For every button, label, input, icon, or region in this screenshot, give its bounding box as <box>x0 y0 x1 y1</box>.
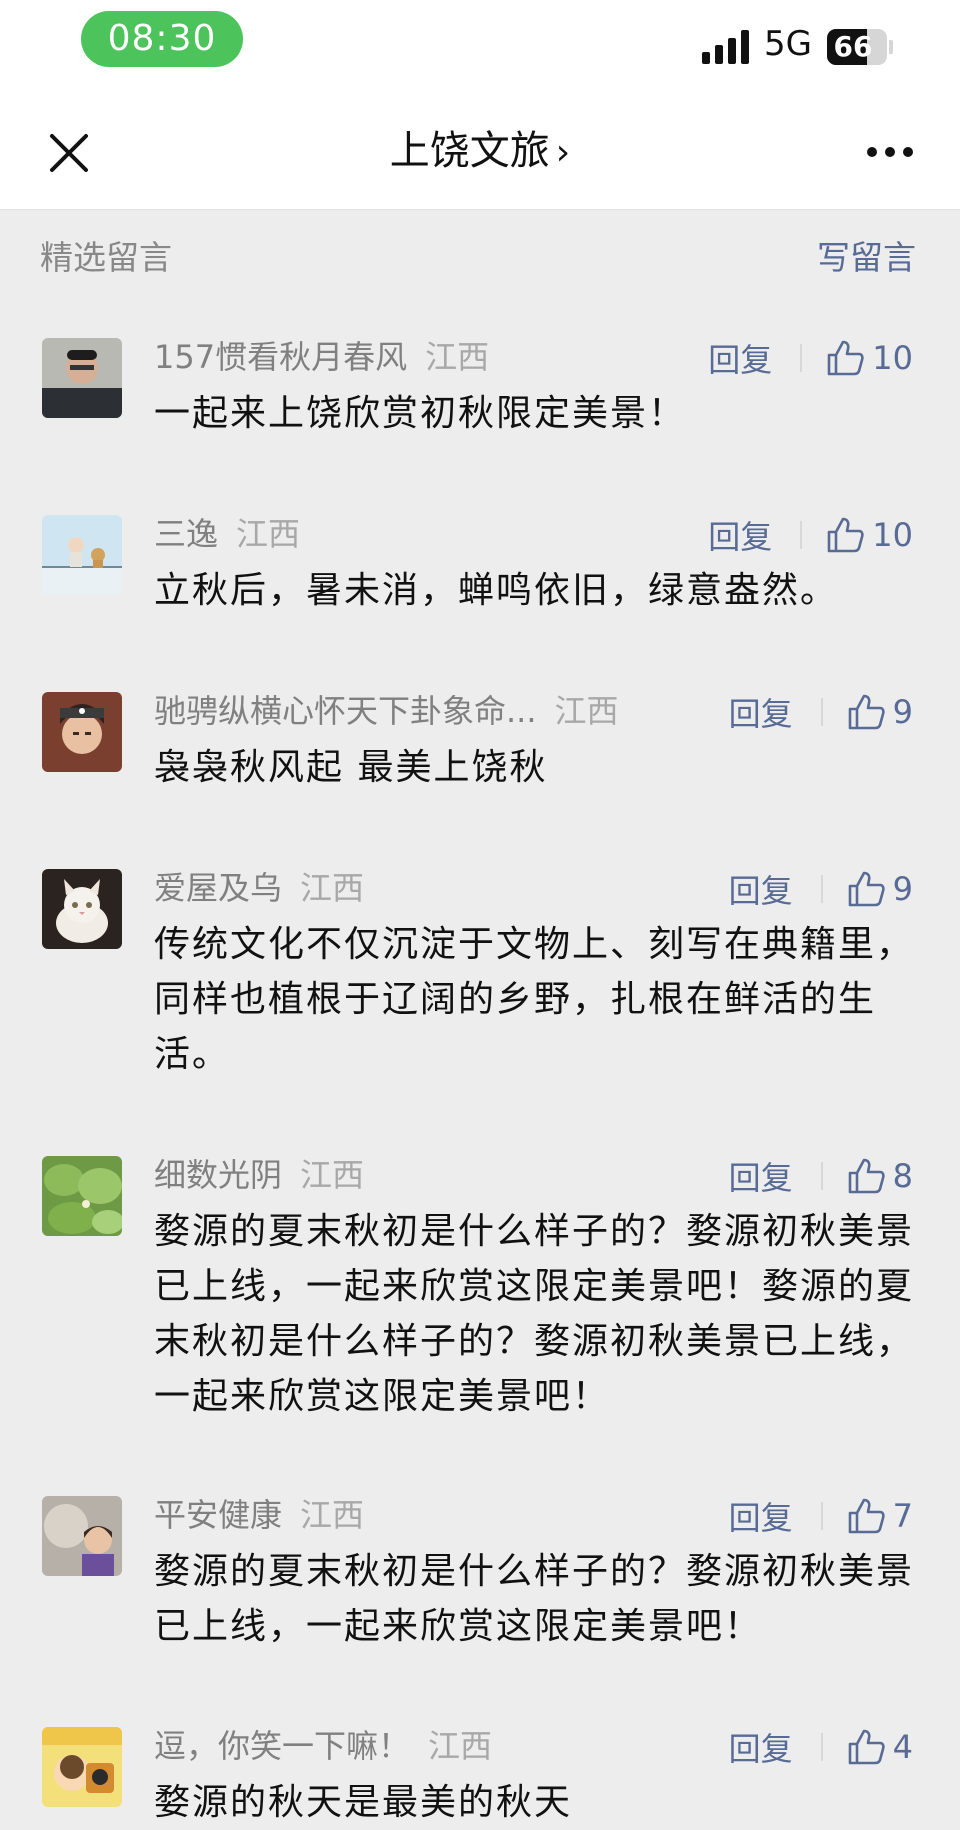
signal-icon <box>702 30 749 64</box>
divider <box>820 698 823 726</box>
section-title: 精选留言 <box>40 238 172 277</box>
comment-text: 一起来上饶欣赏初秋限定美景！ <box>154 393 687 434</box>
nickname[interactable]: 三逸 <box>154 515 218 553</box>
comment-actions: 回复 7 <box>729 1490 913 1542</box>
more-icon[interactable] <box>866 145 914 159</box>
nickname[interactable]: 157惯看秋月春风 <box>154 338 407 376</box>
status-bar: 08:30 5G 66 <box>0 0 960 96</box>
thumbs-up-icon[interactable] <box>847 870 885 908</box>
comment-text: 袅袅秋风起 最美上饶秋 <box>154 747 548 788</box>
comment-actions: 回复 9 <box>729 686 913 738</box>
chevron-right-icon: › <box>555 132 571 173</box>
comment-actions: 回复 9 <box>729 863 913 915</box>
comment-actions: 回复 10 <box>708 509 913 561</box>
battery-tip <box>889 40 893 54</box>
comment-text: 婺源的夏末秋初是什么样子的？婺源初秋美景已上线，一起来欣赏这限定美景吧！ <box>154 1551 915 1647</box>
region: 江西 <box>300 1496 365 1534</box>
like-count: 10 <box>872 516 913 554</box>
section-header: 精选留言 写留言 <box>0 209 960 299</box>
like-count: 8 <box>892 1157 913 1195</box>
comment-text: 立秋后，暑未消，蝉鸣依旧，绿意盎然。 <box>154 570 839 611</box>
battery-icon: 66 <box>827 29 887 65</box>
thumbs-up-icon[interactable] <box>847 1728 885 1766</box>
divider <box>800 344 803 372</box>
nickname[interactable]: 爱屋及乌 <box>154 869 282 907</box>
thumbs-up-icon[interactable] <box>826 339 864 377</box>
thumbs-up-icon[interactable] <box>847 693 885 731</box>
avatar[interactable] <box>42 692 122 772</box>
region: 江西 <box>554 692 619 730</box>
divider <box>820 1162 823 1190</box>
comment-text: 传统文化不仅沉淀于文物上、刻写在典籍里，同样也植根于辽阔的乡野，扎根在鲜活的生活… <box>154 924 915 1075</box>
thumbs-up-icon[interactable] <box>847 1497 885 1535</box>
comment-meta: 逗，你笑一下嘛！ 江西 <box>154 1721 492 1773</box>
avatar[interactable] <box>42 1727 122 1807</box>
reply-button[interactable]: 回复 <box>729 689 793 735</box>
region: 江西 <box>425 338 490 376</box>
reply-button[interactable]: 回复 <box>729 1724 793 1770</box>
like-count: 9 <box>892 693 913 731</box>
avatar[interactable] <box>42 869 122 949</box>
region: 江西 <box>300 869 365 907</box>
like-count: 4 <box>892 1728 913 1766</box>
divider <box>820 875 823 903</box>
reply-button[interactable]: 回复 <box>708 512 772 558</box>
account-title[interactable]: 上饶文旅 › <box>0 126 960 178</box>
reply-button[interactable]: 回复 <box>708 335 772 381</box>
divider <box>800 521 803 549</box>
battery-percent: 66 <box>833 30 873 63</box>
like-count: 10 <box>872 339 913 377</box>
region: 江西 <box>300 1156 365 1194</box>
comment-meta: 157惯看秋月春风 江西 <box>154 332 489 384</box>
comment-meta: 细数光阴 江西 <box>154 1150 364 1202</box>
nickname[interactable]: 细数光阴 <box>154 1156 282 1194</box>
reply-button[interactable]: 回复 <box>729 866 793 912</box>
like-count: 9 <box>892 870 913 908</box>
comment-meta: 平安健康 江西 <box>154 1490 364 1542</box>
avatar[interactable] <box>42 515 122 595</box>
account-name: 上饶文旅 <box>389 128 550 174</box>
nickname[interactable]: 平安健康 <box>154 1496 282 1534</box>
divider <box>820 1502 823 1530</box>
comment-text: 婺源的夏末秋初是什么样子的？婺源初秋美景已上线，一起来欣赏这限定美景吧！婺源的夏… <box>154 1211 915 1417</box>
comment-meta: 三逸 江西 <box>154 509 300 561</box>
reply-button[interactable]: 回复 <box>729 1153 793 1199</box>
network-type: 5G <box>764 24 812 64</box>
thumbs-up-icon[interactable] <box>847 1157 885 1195</box>
comment-text: 婺源的秋天是最美的秋天 <box>154 1782 573 1823</box>
avatar[interactable] <box>42 1156 122 1236</box>
write-comment-button[interactable]: 写留言 <box>817 231 916 279</box>
status-time: 08:30 <box>81 11 243 67</box>
comment-actions: 回复 4 <box>729 1721 913 1773</box>
comment-meta: 驰骋纵横心怀天下卦象命... 江西 <box>154 686 619 738</box>
like-count: 7 <box>892 1497 913 1535</box>
region: 江西 <box>236 515 301 553</box>
avatar[interactable] <box>42 1496 122 1576</box>
nickname[interactable]: 逗，你笑一下嘛！ <box>154 1727 410 1765</box>
reply-button[interactable]: 回复 <box>729 1493 793 1539</box>
comment-meta: 爱屋及乌 江西 <box>154 863 364 915</box>
nickname[interactable]: 驰骋纵横心怀天下卦象命... <box>154 692 537 730</box>
region: 江西 <box>428 1727 493 1765</box>
nav-bar: 上饶文旅 › <box>0 96 960 210</box>
comment-actions: 回复 8 <box>729 1150 913 1202</box>
avatar[interactable] <box>42 338 122 418</box>
comment-actions: 回复 10 <box>708 332 913 384</box>
divider <box>820 1733 823 1761</box>
thumbs-up-icon[interactable] <box>826 516 864 554</box>
